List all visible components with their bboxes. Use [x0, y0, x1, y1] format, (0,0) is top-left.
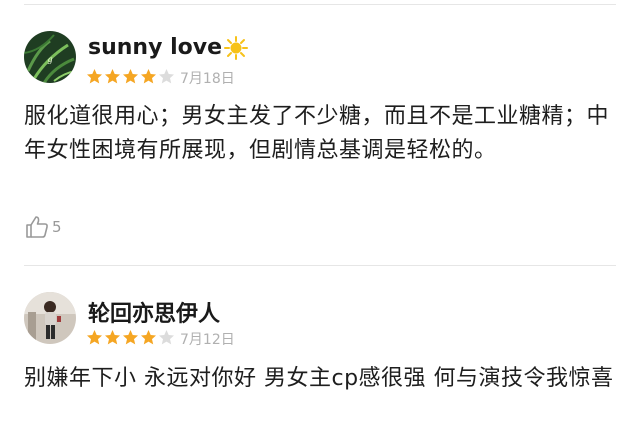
star-empty-icon: [159, 330, 174, 345]
like-button[interactable]: 5: [24, 214, 62, 240]
star-filled-icon: [87, 69, 102, 84]
username[interactable]: sunny love: [88, 35, 248, 60]
review-list: g sunny love 7月18日 服化道很用心；男女主发了不少糖，而且不是工…: [0, 0, 640, 423]
star-filled-icon: [87, 330, 102, 345]
star-empty-icon: [159, 69, 174, 84]
divider: [24, 265, 616, 266]
star-rating: [86, 68, 175, 85]
username-text: 轮回亦思伊人: [88, 302, 221, 327]
username[interactable]: 轮回亦思伊人: [88, 296, 220, 328]
star-filled-icon: [123, 69, 138, 84]
thumbs-up-icon: [26, 216, 48, 238]
review-date: 7月12日: [180, 332, 235, 348]
review-content: 别嫌年下小 永远对你好 男女主cp感很强 何与演技令我惊喜: [24, 366, 614, 391]
star-filled-icon: [123, 330, 138, 345]
star-filled-icon: [141, 330, 156, 345]
username-text: sunny love: [88, 35, 222, 60]
avatar[interactable]: [24, 292, 76, 344]
review-date: 7月18日: [180, 71, 235, 87]
sun-icon: [224, 35, 248, 60]
review-content: 服化道很用心；男女主发了不少糖，而且不是工业糖精；中年女性困境有所展现，但剧情总…: [24, 104, 610, 163]
star-filled-icon: [105, 330, 120, 345]
star-filled-icon: [105, 69, 120, 84]
svg-text:g: g: [47, 55, 52, 64]
divider: [24, 4, 616, 5]
avatar[interactable]: g: [24, 31, 76, 83]
like-count: 5: [52, 218, 62, 236]
star-filled-icon: [141, 69, 156, 84]
star-rating: [86, 329, 175, 346]
